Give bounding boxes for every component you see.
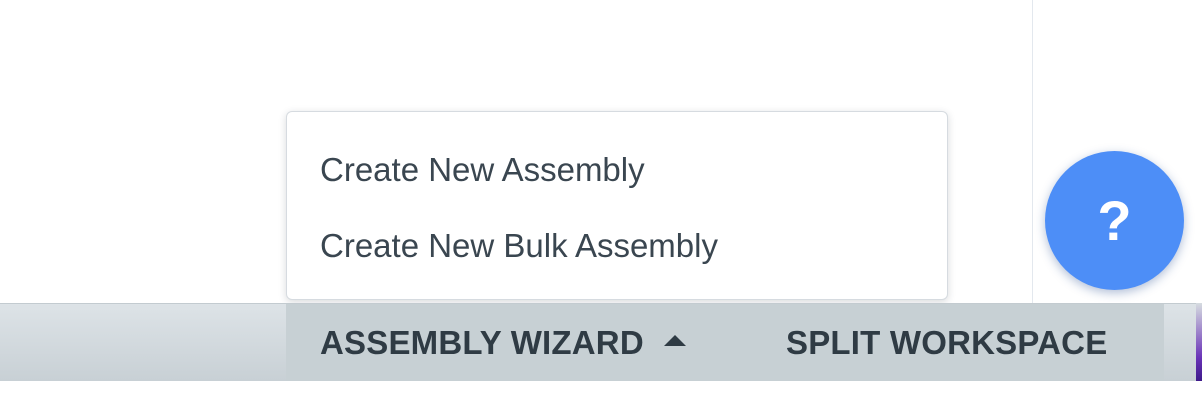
split-workspace-button[interactable]: SPLIT WORKSPACE (786, 304, 1107, 381)
assembly-wizard-button[interactable]: ASSEMBLY WIZARD (320, 304, 686, 381)
menu-item-create-new-bulk-assembly[interactable]: Create New Bulk Assembly (287, 214, 947, 278)
question-mark-icon: ? (1097, 188, 1132, 252)
split-workspace-label: SPLIT WORKSPACE (786, 323, 1108, 361)
caret-up-icon (663, 335, 686, 346)
toolbar-actions: ASSEMBLY WIZARD SPLIT WORKSPACE (286, 304, 1164, 381)
menu-item-create-new-assembly[interactable]: Create New Assembly (287, 138, 947, 214)
bottom-toolbar: ASSEMBLY WIZARD SPLIT WORKSPACE (0, 303, 1202, 381)
help-button[interactable]: ? (1045, 151, 1184, 290)
assembly-wizard-dropdown: Create New Assembly Create New Bulk Asse… (286, 111, 948, 300)
assembly-wizard-label: ASSEMBLY WIZARD (320, 323, 644, 361)
panel-divider (1032, 0, 1033, 304)
window-edge-accent (1196, 303, 1202, 381)
